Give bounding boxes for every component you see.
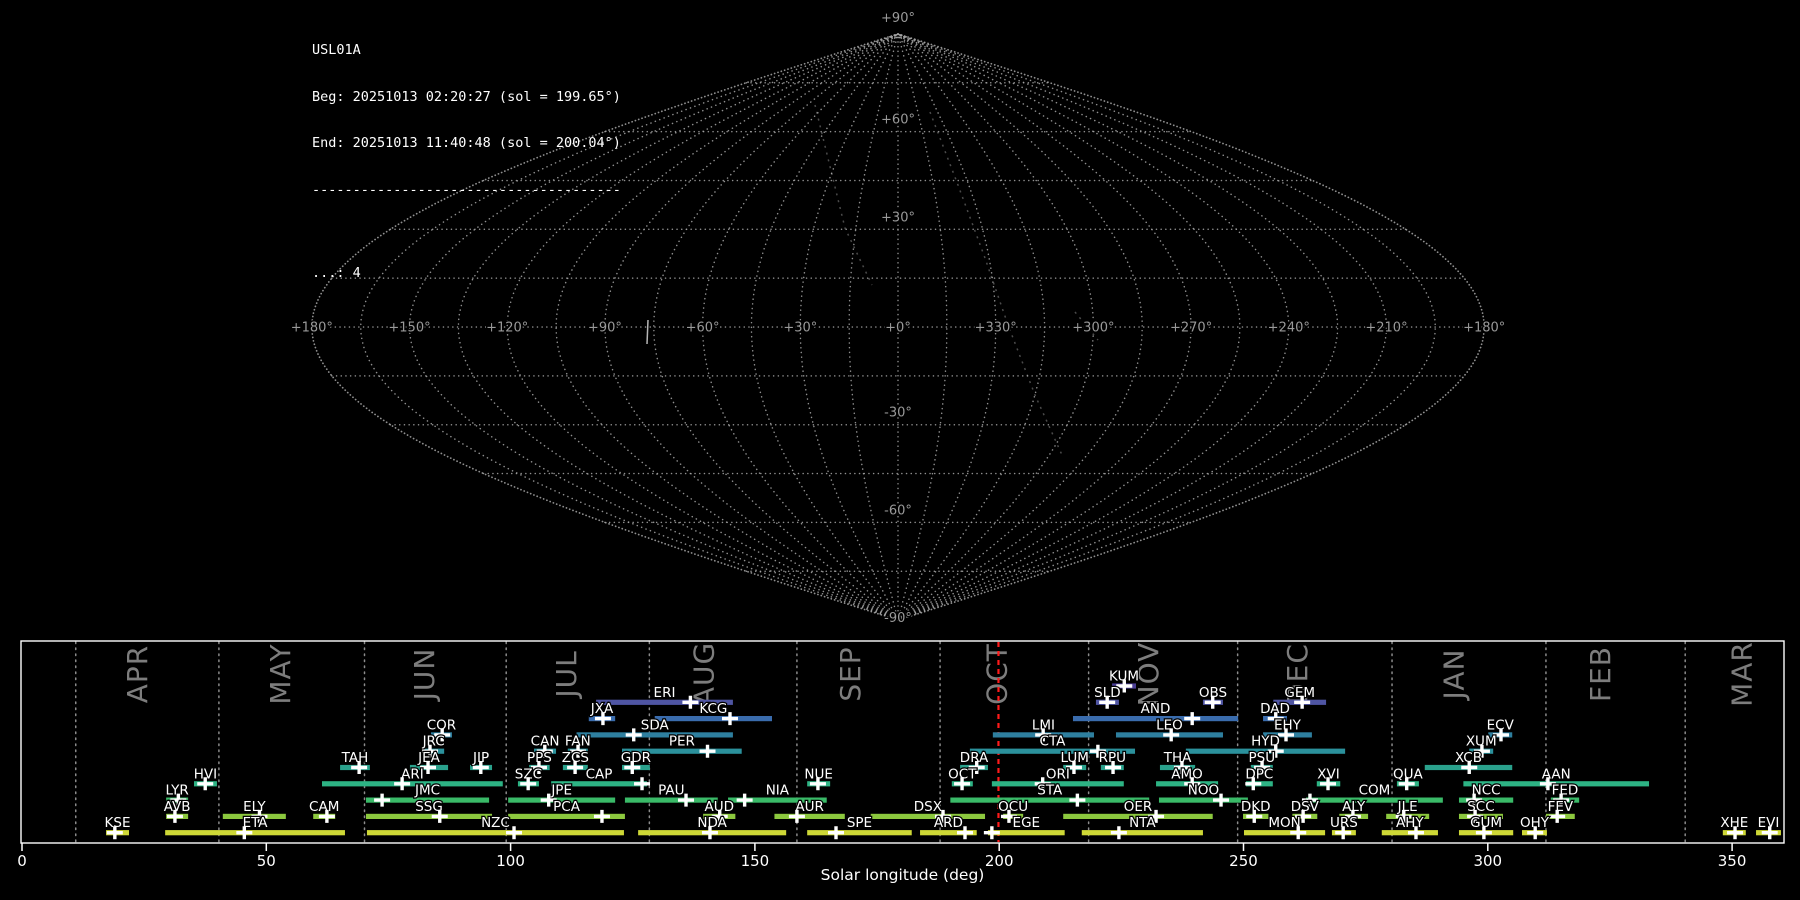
shower-label-PAU: PAU <box>658 783 684 799</box>
shower-label-MON: MON <box>1268 815 1300 831</box>
shower-label-ARD: ARD <box>934 815 963 831</box>
shower-label-OER: OER <box>1124 799 1153 815</box>
shower-label-GDR: GDR <box>621 750 651 766</box>
shower-label-OCU: OCU <box>998 799 1028 815</box>
peak-marker-NTA <box>1110 826 1127 840</box>
x-axis: 0 50 100 150 200 250 300 350 Solar longitude (de… <box>17 843 1746 884</box>
peak-marker-STA <box>1069 793 1086 807</box>
shower-label-FEV: FEV <box>1548 799 1574 815</box>
shower-label-KCG: KCG <box>699 701 727 717</box>
count-line: ...: 4 <box>312 265 361 281</box>
month-label: AUG <box>687 642 720 706</box>
shower-label-NCC: NCC <box>1472 783 1501 799</box>
meteor-activity-screen: +180° +150° +120° +90° +60° +30° +0° +330° +300°… <box>0 0 1800 900</box>
x-tick-label: 200 <box>985 852 1014 870</box>
shower-label-ELY: ELY <box>243 799 266 815</box>
shower-label-CAM: CAM <box>309 799 339 815</box>
peak-marker-EGE <box>983 826 1000 840</box>
month-label: MAR <box>1726 641 1759 707</box>
shower-label-SCC: SCC <box>1467 799 1494 815</box>
peak-marker-SPE <box>828 826 845 840</box>
shower-label-ARI: ARI <box>401 766 424 782</box>
x-axis-title: Solar longitude (deg) <box>821 866 985 884</box>
peak-marker-PCA <box>593 809 610 823</box>
begin-time: Beg: 20251013 02:20:27 (sol = 199.65°) <box>312 88 621 105</box>
end-time: End: 20251013 11:40:48 (sol = 200.04°) <box>312 135 621 151</box>
shower-label-AMO: AMO <box>1171 766 1203 782</box>
shower-label-THA: THA <box>1163 750 1192 766</box>
shower-label-KSE: KSE <box>105 815 131 831</box>
shower-label-SPE: SPE <box>847 815 872 831</box>
shower-label-GUM: GUM <box>1470 815 1502 831</box>
x-tick-label: 300 <box>1473 852 1502 870</box>
shower-bars: KUMERI SLD OBS GEMJXA KCG AND DADCOR SDA LMI LEO E… <box>103 667 1781 840</box>
shower-label-FED: FED <box>1552 783 1579 799</box>
month-label: OCT <box>981 643 1014 705</box>
shower-label-PCA: PCA <box>553 799 581 815</box>
shower-label-NDA: NDA <box>697 815 727 831</box>
x-tick-label: 50 <box>257 852 276 870</box>
shower-label-NTA: NTA <box>1129 815 1156 831</box>
shower-label-AUR: AUR <box>795 799 824 815</box>
peak-marker-NIA <box>736 793 753 807</box>
month-label: APR <box>121 645 154 704</box>
month-label: JAN <box>1437 649 1470 702</box>
month-label: JUN <box>408 648 441 703</box>
shower-label-JRC: JRC <box>422 734 445 750</box>
shower-label-DPC: DPC <box>1245 766 1273 782</box>
observation-info: USL01A Beg: 20251013 02:20:27 (sol = 199… <box>312 12 621 313</box>
month-label: FEB <box>1584 646 1617 702</box>
shower-label-DSV: DSV <box>1291 799 1320 815</box>
shower-label-TAH: TAH <box>341 750 369 766</box>
month-label: SEP <box>834 646 867 701</box>
shower-label-DRA: DRA <box>960 750 989 766</box>
shower-label-ETA: ETA <box>243 815 269 831</box>
shower-label-STA: STA <box>1037 783 1063 799</box>
shower-label-CTA: CTA <box>1040 734 1067 750</box>
month-label: MAY <box>264 643 297 704</box>
shower-label-JMC: JMC <box>414 783 440 799</box>
peak-marker-SDA <box>625 728 642 742</box>
shower-label-JLE: JLE <box>1397 799 1418 815</box>
peak-marker-CAP <box>634 777 651 791</box>
peak-marker-PER <box>699 744 716 758</box>
shower-label-DSX: DSX <box>914 799 942 815</box>
shower-label-SDA: SDA <box>641 717 670 733</box>
shower-label-LEO: LEO <box>1156 717 1183 733</box>
shower-label-AHY: AHY <box>1396 815 1424 831</box>
peak-marker-AND <box>1184 712 1201 726</box>
shower-label-AAN: AAN <box>1542 766 1571 782</box>
shower-label-EGE: EGE <box>1013 815 1041 831</box>
x-tick-label: 250 <box>1229 852 1258 870</box>
x-tick-label: 350 <box>1718 852 1747 870</box>
shower-label-AVB: AVB <box>164 799 191 815</box>
activity-timeline-chart: APR MAY JUN JUL AUG SEP OCT NOV DEC JAN FEB MARKUME… <box>17 640 1785 884</box>
separator-line: -------------------------------------- <box>312 181 621 198</box>
shower-label-NIA: NIA <box>766 783 790 799</box>
shower-label-COM: COM <box>1359 783 1391 799</box>
shower-label-EHY: EHY <box>1274 717 1302 733</box>
shower-label-JPE: JPE <box>550 783 572 799</box>
x-tick-label: 0 <box>17 852 27 870</box>
x-tick-label: 100 <box>496 852 525 870</box>
station-id: USL01A <box>312 42 361 58</box>
shower-label-CAP: CAP <box>586 766 613 782</box>
x-tick-label: 150 <box>741 852 770 870</box>
shower-label-NZC: NZC <box>481 815 510 831</box>
shower-label-GEM: GEM <box>1284 685 1315 701</box>
shower-label-ERI: ERI <box>654 685 676 701</box>
shower-label-ORI: ORI <box>1046 766 1070 782</box>
shower-label-PER: PER <box>669 734 695 750</box>
month-label: JUL <box>550 650 583 699</box>
shower-label-NOO: NOO <box>1188 783 1219 799</box>
peak-marker-JMC <box>374 793 391 807</box>
shower-label-AND: AND <box>1141 701 1171 717</box>
